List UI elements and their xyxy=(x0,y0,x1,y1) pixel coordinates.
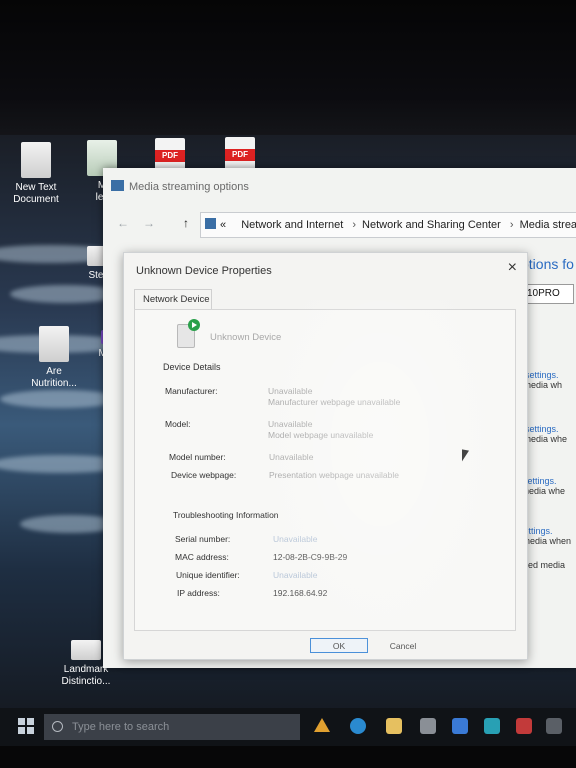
device-webpage-label: Device webpage: xyxy=(171,470,237,480)
manufacturer-webpage: Manufacturer webpage unavailable xyxy=(268,397,401,407)
pdf-badge: PDF xyxy=(155,150,185,162)
manufacturer-value: Unavailable xyxy=(268,386,313,396)
device-webpage-value: Presentation webpage unavailable xyxy=(269,470,399,480)
tab-network-device[interactable]: Network Device xyxy=(134,289,212,309)
manufacturer-label: Manufacturer: xyxy=(165,386,218,396)
windows-logo-icon xyxy=(18,718,25,725)
pdf-badge: PDF xyxy=(225,149,255,161)
mac-address-label: MAC address: xyxy=(175,552,229,562)
address-bar[interactable]: « Network and Internet › Network and Shar… xyxy=(200,212,576,238)
store-icon[interactable] xyxy=(420,718,436,734)
wallpaper-wave xyxy=(0,390,120,408)
breadcrumb-prefix: « xyxy=(220,219,227,231)
app-icon[interactable] xyxy=(516,718,532,734)
close-icon[interactable]: × xyxy=(508,259,517,277)
model-number-label: Model number: xyxy=(169,452,226,462)
start-button[interactable] xyxy=(18,718,34,734)
ok-button[interactable]: OK xyxy=(310,638,368,653)
app-icon[interactable] xyxy=(546,718,562,734)
edge-browser-icon[interactable] xyxy=(350,718,366,734)
dialog-title: Unknown Device Properties xyxy=(136,265,272,277)
search-icon xyxy=(52,721,63,732)
device-details-heading: Device Details xyxy=(163,362,221,372)
model-value: Unavailable xyxy=(268,419,313,429)
breadcrumb-item[interactable]: Network and Sharing Center xyxy=(362,219,501,231)
document-icon xyxy=(39,326,69,362)
up-arrow-icon[interactable]: ↑ xyxy=(183,216,189,230)
window-titlebar: Media streaming options xyxy=(103,168,576,208)
mail-icon[interactable] xyxy=(452,718,468,734)
taskbar: Type here to search xyxy=(0,708,576,746)
back-arrow-icon[interactable]: ← xyxy=(117,216,129,230)
address-bar-row: ← → ↑ « Network and Internet › Network an… xyxy=(103,208,576,238)
monitor-bezel-bottom xyxy=(0,746,576,768)
breadcrumb-item[interactable]: Network and Internet xyxy=(241,219,343,231)
vlc-icon[interactable] xyxy=(314,718,330,732)
ip-address-value: 192.168.64.92 xyxy=(273,588,328,598)
device-name: Unknown Device xyxy=(210,332,282,343)
serial-number-label: Serial number: xyxy=(175,534,231,544)
app-icon[interactable] xyxy=(484,718,500,734)
search-placeholder: Type here to search xyxy=(72,721,170,733)
document-icon xyxy=(71,640,101,660)
model-webpage: Model webpage unavailable xyxy=(268,430,374,440)
tab-panel: Unknown Device Device Details Manufactur… xyxy=(134,309,516,631)
forward-arrow-icon[interactable]: → xyxy=(143,216,155,230)
monitor-bezel-top xyxy=(0,0,576,140)
control-panel-icon xyxy=(111,180,124,191)
media-options-heading: ptions fo xyxy=(521,256,574,272)
model-number-value: Unavailable xyxy=(269,452,314,462)
breadcrumb-item[interactable]: Media strea xyxy=(520,219,576,231)
ip-address-label: IP address: xyxy=(177,588,220,598)
media-device-icon xyxy=(177,319,200,348)
media-library-name-input[interactable]: 10PRO xyxy=(521,284,574,304)
unique-identifier-label: Unique identifier: xyxy=(176,570,240,580)
model-label: Model: xyxy=(165,419,191,429)
troubleshooting-heading: Troubleshooting Information xyxy=(173,510,279,520)
mouse-cursor-icon xyxy=(462,449,469,463)
control-panel-icon xyxy=(205,218,216,229)
file-explorer-icon[interactable] xyxy=(386,718,402,734)
taskbar-search-box[interactable]: Type here to search xyxy=(44,714,300,740)
mac-address-value: 12-08-2B-C9-9B-29 xyxy=(273,552,348,562)
text-document-icon xyxy=(21,142,51,178)
window-title: Media streaming options xyxy=(129,181,249,193)
desktop-icon-label: Are Nutrition... xyxy=(31,366,77,389)
unique-identifier-value: Unavailable xyxy=(273,570,318,580)
play-icon xyxy=(188,319,200,331)
media-options-panel: ptions fo 10PRO xyxy=(521,256,576,304)
serial-number-value: Unavailable xyxy=(273,534,318,544)
cancel-button[interactable]: Cancel xyxy=(374,638,432,653)
